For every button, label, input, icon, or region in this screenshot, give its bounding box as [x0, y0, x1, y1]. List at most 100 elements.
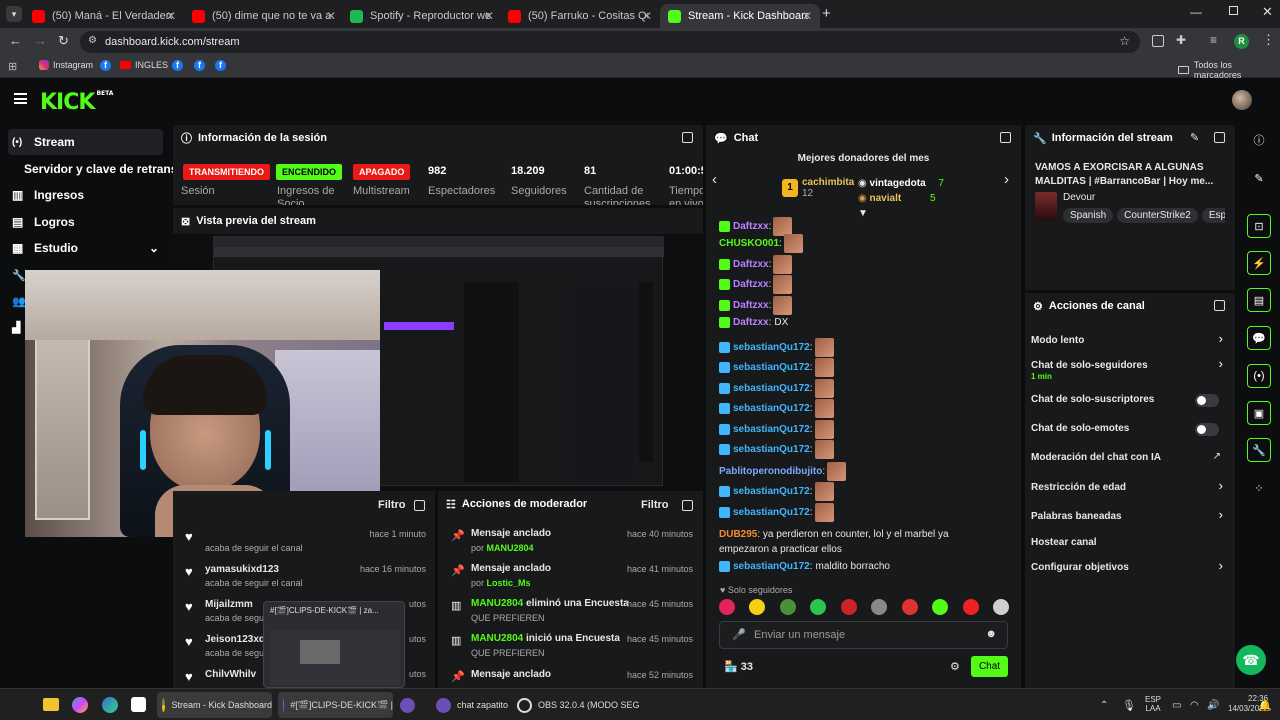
emoji-picker-icon[interactable]: ☻	[985, 628, 997, 640]
folder-tool-icon[interactable]: ▣	[1247, 401, 1271, 425]
expand-icon[interactable]	[1000, 132, 1011, 143]
sidebar-item-server-key[interactable]: Servidor y clave de retransm	[24, 156, 174, 182]
emote-icon[interactable]	[810, 599, 827, 615]
wrench-tool-icon[interactable]: 🔧	[1247, 438, 1271, 462]
new-tab-button[interactable]: +	[822, 5, 831, 22]
grid-tool-icon[interactable]: ⁘	[1247, 476, 1271, 500]
followers-filter[interactable]: Filtro	[378, 499, 406, 511]
mod-username[interactable]: MANU2804	[471, 598, 523, 609]
emote-icon[interactable]	[932, 599, 949, 615]
chat-username[interactable]: Daftzxx	[733, 279, 769, 290]
chat-username[interactable]: sebastianQu172	[733, 342, 810, 353]
category-name[interactable]: Devour	[1063, 192, 1095, 203]
close-tab-icon[interactable]: ✕	[642, 9, 652, 23]
mod-username[interactable]: Lostic_Ms	[487, 578, 531, 588]
emote-icon[interactable]	[962, 599, 979, 615]
network-icon[interactable]: ▭	[1172, 695, 1181, 715]
emote-icon[interactable]	[840, 599, 857, 615]
tray-chevron-icon[interactable]: ⌃	[1100, 695, 1108, 715]
broadcast-tool-icon[interactable]: (•)	[1247, 364, 1271, 388]
close-tab-icon[interactable]: ✕	[484, 9, 494, 23]
tab-2[interactable]: (50) dime que no te va a ir yo t✕	[184, 4, 344, 28]
extension-icon[interactable]	[1152, 35, 1164, 47]
bookmark-facebook-2[interactable]: f	[172, 60, 183, 71]
wrench-icon[interactable]: 🔧	[12, 269, 26, 282]
notification-bell-icon[interactable]: 🔔	[1258, 695, 1272, 715]
tag-chip[interactable]: Espa	[1201, 208, 1225, 223]
apps-icon[interactable]: ⊞	[8, 60, 17, 73]
mod-username[interactable]: MANU2804	[471, 633, 523, 644]
channel-action-7[interactable]: Palabras baneadas ›	[1031, 507, 1231, 533]
bookmark-facebook-3[interactable]: f	[194, 60, 205, 71]
chat-username[interactable]: sebastianQu172	[733, 362, 810, 373]
file-explorer-icon[interactable]	[43, 698, 59, 711]
list-tool-icon[interactable]: ▤	[1247, 288, 1271, 312]
bookmark-ingles[interactable]: INGLES	[120, 60, 168, 70]
reload-icon[interactable]: ↻	[58, 33, 69, 49]
taskbar-item-obs[interactable]: OBS 32.0.4 (MODO SEG	[517, 695, 640, 715]
kick-logo[interactable]: KICK BETA	[40, 90, 113, 115]
taskbar-item-chrome[interactable]: Stream - Kick Dashboard	[157, 692, 272, 718]
all-bookmarks[interactable]: Todos los marcadores	[1178, 60, 1280, 80]
close-window-button[interactable]: ✕	[1262, 4, 1273, 20]
forward-icon[interactable]: →	[34, 33, 47, 48]
channel-action-8[interactable]: Hostear canal	[1031, 535, 1231, 559]
maximize-button[interactable]	[1229, 6, 1238, 15]
url-field[interactable]: ⚙ dashboard.kick.com/stream ☆	[80, 31, 1140, 53]
expand-icon[interactable]	[682, 132, 693, 143]
users-icon[interactable]: 👥	[12, 295, 26, 308]
support-button[interactable]: ☎	[1236, 645, 1266, 675]
info-tool-icon[interactable]: ⓘ	[1247, 128, 1271, 152]
sidebar-item-logros[interactable]: ▤ Logros	[8, 209, 163, 235]
bookmark-star-icon[interactable]: ☆	[1119, 34, 1130, 48]
emote-icon[interactable]	[719, 599, 735, 615]
chat-username[interactable]: sebastianQu172	[733, 444, 810, 455]
chat-username[interactable]: sebastianQu172	[733, 507, 810, 518]
tag-chip[interactable]: Spanish	[1063, 208, 1114, 223]
bookmark-facebook-1[interactable]: f	[100, 60, 111, 71]
chat-username[interactable]: Daftzxx	[733, 221, 769, 232]
store-app-icon[interactable]	[131, 697, 146, 712]
expand-icon[interactable]	[1214, 300, 1225, 311]
copilot-icon[interactable]	[72, 697, 88, 713]
tab-3[interactable]: Spotify - Reproductor web: mú✕	[342, 4, 502, 28]
channel-action-9[interactable]: Configurar objetivos ›	[1031, 558, 1231, 584]
chat-username[interactable]: CHUSKO001	[719, 238, 779, 249]
chat-tool-icon[interactable]: 💬	[1247, 326, 1271, 350]
bookmark-instagram[interactable]: Instagram	[39, 60, 93, 70]
mod-username[interactable]: MANU2804	[487, 543, 534, 553]
emote-icon[interactable]	[871, 599, 888, 615]
mod-filter[interactable]: Filtro	[641, 499, 669, 511]
pin-toggle-icon[interactable]: ▼	[858, 208, 868, 219]
profile-avatar[interactable]: R	[1234, 34, 1249, 49]
chat-username[interactable]: sebastianQu172	[733, 403, 810, 414]
sidebar-item-stream[interactable]: (•) Stream	[8, 129, 163, 155]
chat-username[interactable]: Daftzxx	[733, 317, 769, 328]
mic-icon[interactable]: 🎤	[732, 628, 746, 641]
emote-icon[interactable]	[749, 599, 766, 615]
hamburger-menu-icon[interactable]	[14, 93, 27, 104]
mic-tray-icon[interactable]: 🎙	[1122, 695, 1136, 715]
toggle-switch[interactable]	[1195, 394, 1219, 407]
channel-action-1[interactable]: Modo lento ›	[1031, 331, 1231, 357]
media-controls-icon[interactable]: ≡	[1210, 33, 1217, 47]
channel-action-5[interactable]: Moderación del chat con IA ↗	[1031, 450, 1231, 474]
tab-search-button[interactable]: ▾	[6, 6, 22, 22]
edit-icon[interactable]: ✎	[1190, 131, 1199, 144]
taskbar-item-discord[interactable]: #[🎬]CLIPS-DE-KICK🎬 |	[278, 692, 393, 718]
donors-prev-button[interactable]: ‹	[712, 171, 717, 188]
puzzle-icon[interactable]: ✚	[1176, 33, 1186, 47]
tab-4[interactable]: (50) Farruko - Cositas Que Hac✕	[500, 4, 660, 28]
chat-username[interactable]: sebastianQu172	[733, 424, 810, 435]
bookmark-facebook-4[interactable]: f	[215, 60, 226, 71]
sidebar-item-ingresos[interactable]: ▥ Ingresos	[8, 182, 163, 208]
chat-input[interactable]: 🎤 Enviar un mensaje ☻	[719, 621, 1008, 649]
close-tab-icon[interactable]: ✕	[166, 9, 176, 23]
taskbar-item-app[interactable]	[400, 695, 415, 715]
channel-action-4[interactable]: Chat de solo-emotes	[1031, 421, 1231, 445]
toggle-switch[interactable]	[1195, 423, 1219, 436]
emote-icon[interactable]	[779, 599, 796, 615]
site-info-icon[interactable]: ⚙	[88, 35, 97, 46]
language-indicator[interactable]: ESP LAA	[1145, 695, 1161, 715]
channel-action-2[interactable]: Chat de solo-seguidores 1 min ›	[1031, 356, 1231, 382]
